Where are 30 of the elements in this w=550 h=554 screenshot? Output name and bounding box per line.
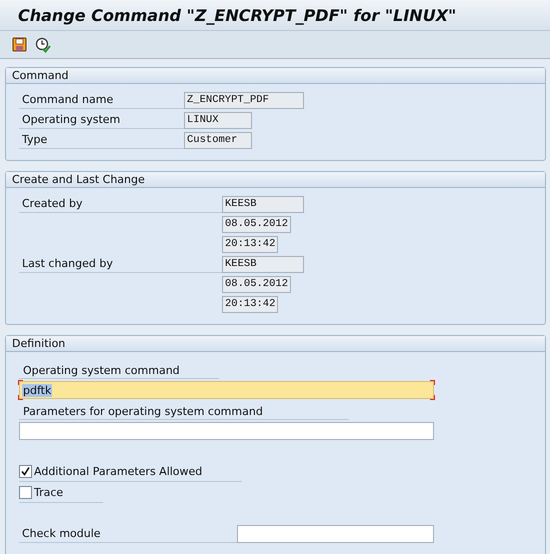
window-title: Change Command "Z_ENCRYPT_PDF" for "LINUX" [18, 6, 456, 24]
readonly-field: 20:13:42 [222, 236, 278, 252]
checkbox-label: Additional Parameters Allowed [34, 465, 202, 478]
save-icon[interactable] [12, 37, 27, 52]
readonly-field: LINUX [184, 112, 252, 128]
field-label: Last changed by [22, 257, 113, 270]
section-title: Command [12, 69, 69, 82]
readonly-field: KEESB [222, 196, 304, 212]
checkbox-label: Trace [34, 486, 64, 499]
readonly-field: KEESB [222, 256, 304, 272]
readonly-field: 08.05.2012 [222, 276, 291, 292]
field-label: Operating system command [23, 364, 180, 377]
section-title: Create and Last Change [12, 173, 145, 186]
check-icon[interactable] [35, 36, 51, 52]
readonly-field: 20:13:42 [222, 296, 278, 312]
input-field[interactable] [237, 525, 434, 543]
field-label: Type [22, 133, 48, 146]
input-field[interactable] [19, 422, 434, 440]
field-label: Created by [22, 197, 83, 210]
readonly-field: 08.05.2012 [222, 216, 291, 232]
section-title: Definition [12, 337, 66, 350]
input-field[interactable]: pdftk [19, 381, 434, 399]
readonly-field: Z_ENCRYPT_PDF [184, 92, 304, 108]
checkbox[interactable] [19, 486, 32, 499]
field-label: Operating system [22, 113, 120, 126]
readonly-field: Customer [184, 132, 252, 148]
checkbox[interactable] [19, 465, 32, 478]
field-label: Check module [22, 527, 101, 540]
field-label: Command name [22, 93, 114, 106]
field-label: Parameters for operating system command [23, 405, 263, 418]
